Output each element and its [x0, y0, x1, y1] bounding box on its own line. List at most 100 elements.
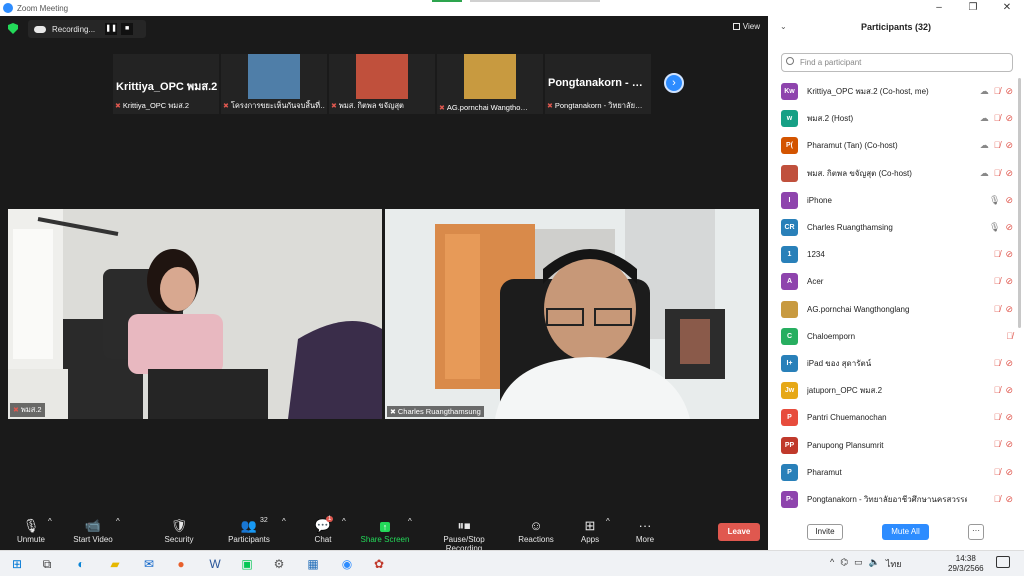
camera-off-icon[interactable]: ⊘	[1005, 222, 1013, 233]
camera-off-icon[interactable]: ⊘	[1005, 494, 1013, 505]
participant-row[interactable]: P(Pharamut (Tan) (Co-host) ☁ 🎙̸ ⊘	[781, 132, 1013, 159]
participant-row[interactable]: P- Pongtanakorn - วิทยาลัยอาชีวศึกษานครสว…	[781, 486, 1013, 513]
participant-row[interactable]: IiPhone 🎙 ⊘	[781, 187, 1013, 214]
mic-off-icon[interactable]: 🎙̸	[1006, 331, 1013, 341]
participant-row[interactable]: 1 1234 🎙̸ ⊘	[781, 241, 1013, 268]
mail-icon[interactable]: ✉	[140, 555, 158, 573]
share-screen-button[interactable]: ↑ Share Screen	[360, 517, 410, 544]
video-tile-left[interactable]: ✖ พมส.2	[8, 209, 382, 419]
camera-off-icon[interactable]: ⊘	[1005, 195, 1013, 206]
word-icon[interactable]: W	[206, 555, 224, 573]
mic-on-icon[interactable]: 🎙	[989, 195, 1000, 206]
chat-options-caret[interactable]: ^	[342, 517, 346, 526]
participant-row[interactable]: Kw Krittiya_OPC พมส.2 (Co-host, me) ☁ 🎙̸ ⊘	[781, 78, 1013, 105]
participant-thumbnail[interactable]: ✖ พมส. กิตพล ขจัญสุต	[329, 54, 435, 114]
network-icon[interactable]: ⌬	[840, 557, 848, 571]
mic-off-icon[interactable]: 🎙̸	[994, 385, 1001, 396]
settings-gear-icon[interactable]: ⚙	[270, 555, 288, 573]
file-explorer-icon[interactable]: ▰	[106, 555, 124, 573]
pause-stop-recording-button[interactable]: ⏸⏹ Pause/Stop Recording	[424, 517, 504, 553]
camera-off-icon[interactable]: ⊘	[1005, 358, 1013, 369]
participant-thumbnail[interactable]: ✖ AG.pornchai Wangtho…	[437, 54, 543, 114]
mic-off-icon[interactable]: 🎙̸	[994, 412, 1001, 423]
panel-more-button[interactable]: ···	[968, 524, 984, 540]
camera-off-icon[interactable]: ⊘	[1005, 439, 1013, 450]
mic-off-icon[interactable]: 🎙̸	[994, 467, 1001, 478]
participant-thumbnail[interactable]: Krittiya_OPC พมส.2 ✖ Krittiya_OPC พมส.2	[113, 54, 219, 114]
camera-off-icon[interactable]: ⊘	[1005, 86, 1013, 97]
mic-off-icon[interactable]: 🎙̸	[994, 304, 1001, 315]
task-view-icon[interactable]: ⧉	[38, 555, 56, 573]
mic-off-icon[interactable]: 🎙̸	[994, 249, 1001, 260]
mic-off-icon[interactable]: 🎙̸	[994, 113, 1001, 124]
volume-icon[interactable]: 🔈	[869, 557, 880, 571]
participant-row[interactable]: P Pharamut 🎙̸ ⊘	[781, 459, 1013, 486]
camera-off-icon[interactable]: ⊘	[1005, 385, 1013, 396]
apps-button[interactable]: ⊞ Apps	[578, 517, 602, 544]
tray-overflow-icon[interactable]: ^	[830, 557, 834, 571]
participant-row[interactable]: PP Panupong Plansumrit 🎙̸ ⊘	[781, 431, 1013, 458]
chat-button[interactable]: 💬 Chat	[308, 517, 338, 544]
invite-button[interactable]: Invite	[807, 524, 843, 540]
mic-off-icon[interactable]: 🎙̸	[994, 276, 1001, 287]
camera-off-icon[interactable]: ⊘	[1005, 276, 1013, 287]
leave-button[interactable]: Leave	[718, 523, 760, 541]
participant-row[interactable]: พมส. กิตพล ขจัญสุต (Co-host) ☁ 🎙̸ ⊘	[781, 160, 1013, 187]
participant-row[interactable]: w พมส.2 (Host) ☁ 🎙̸ ⊘	[781, 105, 1013, 132]
participant-row[interactable]: C Chaloemporn 🎙̸	[781, 323, 1013, 350]
camera-off-icon[interactable]: ⊘	[1005, 249, 1013, 260]
participant-row[interactable]: P Pantri Chuemanochan 🎙̸ ⊘	[781, 404, 1013, 431]
camera-off-icon[interactable]: ⊘	[1005, 113, 1013, 124]
mic-off-icon[interactable]: 🎙̸	[994, 140, 1001, 151]
participant-row[interactable]: AG.pornchai Wangthonglang 🎙̸ ⊘	[781, 296, 1013, 323]
mic-off-icon[interactable]: 🎙̸	[994, 168, 1001, 179]
participant-row[interactable]: A Acer 🎙̸ ⊘	[781, 268, 1013, 295]
stop-recording-icon[interactable]: ■	[121, 23, 134, 35]
participant-search-input[interactable]: Find a participant	[781, 53, 1013, 72]
camera-off-icon[interactable]: ⊘	[1005, 304, 1013, 315]
line-app-icon[interactable]: ▣	[238, 555, 256, 573]
camera-off-icon[interactable]: ⊘	[1005, 467, 1013, 478]
edge-browser-icon[interactable]: ◐	[72, 555, 90, 573]
language-indicator[interactable]: ไทย	[886, 557, 902, 571]
security-shield-icon[interactable]	[8, 23, 18, 34]
mic-off-icon[interactable]: 🎙̸	[994, 86, 1001, 97]
firefox-icon[interactable]: ●	[172, 555, 190, 573]
share-options-caret[interactable]: ^	[408, 517, 412, 526]
reactions-button[interactable]: ☺ Reactions	[518, 517, 554, 544]
photos-icon[interactable]: ▦	[304, 555, 322, 573]
start-video-button[interactable]: 📹 Start Video	[70, 517, 116, 544]
mute-all-button[interactable]: Mute All	[882, 524, 929, 540]
participant-row[interactable]: Jw jatuporn_OPC พมส.2 🎙̸ ⊘	[781, 377, 1013, 404]
apps-options-caret[interactable]: ^	[606, 517, 610, 526]
zoom-app-icon[interactable]: ◉	[338, 555, 356, 573]
mic-off-icon[interactable]: 🎙̸	[994, 358, 1001, 369]
participant-row[interactable]: CR Charles Ruangthamsing 🎙 ⊘	[781, 214, 1013, 241]
audio-options-caret[interactable]: ^	[48, 517, 52, 526]
camera-off-icon[interactable]: ⊘	[1005, 140, 1013, 151]
battery-icon[interactable]: ▭	[854, 557, 863, 571]
video-options-caret[interactable]: ^	[116, 517, 120, 526]
participant-thumbnail[interactable]: ✖ โครงการขยะเห็นกันจบสิ้นที่…	[221, 54, 327, 114]
mic-on-icon[interactable]: 🎙	[989, 222, 1000, 233]
windows-start-icon[interactable]: ⊞	[8, 555, 26, 573]
more-button[interactable]: ··· More	[632, 517, 658, 544]
unmute-button[interactable]: 🎙 Unmute	[14, 517, 48, 544]
participant-row[interactable]: I+ iPad ของ สุดารัตน์ 🎙̸ ⊘	[781, 350, 1013, 377]
minimize-button[interactable]: –	[922, 0, 956, 16]
participant-thumbnail[interactable]: Pongtanakorn - … ✖ Pongtanakorn - วิทยาลัย…	[545, 54, 651, 114]
taskbar-clock[interactable]: 14:38 29/3/2566	[948, 554, 984, 574]
mic-off-icon[interactable]: 🎙̸	[994, 439, 1001, 450]
paint-app-icon[interactable]: ✿	[370, 555, 388, 573]
participant-list-scrollbar[interactable]	[1018, 78, 1021, 328]
pause-recording-icon[interactable]: ❚❚	[105, 23, 118, 35]
camera-off-icon[interactable]: ⊘	[1005, 168, 1013, 179]
next-page-button[interactable]: ›	[664, 73, 684, 93]
camera-off-icon[interactable]: ⊘	[1005, 412, 1013, 423]
close-window-button[interactable]: ✕	[990, 0, 1024, 16]
participants-options-caret[interactable]: ^	[282, 517, 286, 526]
maximize-button[interactable]: ❐	[956, 0, 990, 16]
mic-off-icon[interactable]: 🎙̸	[994, 494, 1001, 505]
view-button[interactable]: View	[732, 22, 760, 31]
notifications-icon[interactable]	[996, 556, 1010, 568]
